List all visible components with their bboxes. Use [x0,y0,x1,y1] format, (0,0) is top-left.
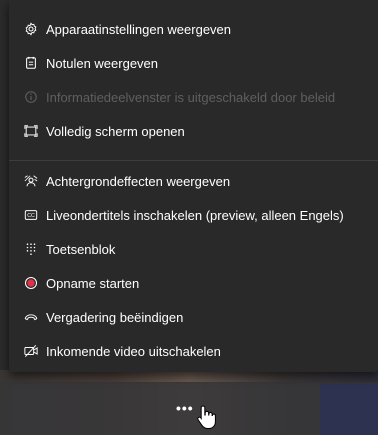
video-off-icon [23,343,39,359]
menu-item-label: Informatiedeelvenster is uitgeschakeld d… [46,89,336,105]
notes-icon [23,55,39,71]
menu-item-start-recording[interactable]: Opname starten [9,266,378,300]
menu-item-device-settings[interactable]: Apparaatinstellingen weergeven [9,12,378,46]
menu-item-label: Notulen weergeven [46,55,159,71]
menu-item-meeting-notes[interactable]: Notulen weergeven [9,46,378,80]
menu-divider [9,160,378,161]
menu-item-label: Opname starten [46,275,140,291]
svg-text:CC: CC [27,213,35,219]
record-icon [23,275,39,291]
menu-item-label: Vergadering beëindigen [46,309,184,325]
info-icon [23,89,39,105]
video-tile [320,384,378,435]
menu-item-label: Apparaatinstellingen weergeven [46,21,232,37]
gear-icon [23,21,39,37]
menu-item-label: Liveondertitels inschakelen (preview, al… [46,207,344,223]
hang-up-icon [23,309,39,325]
fullscreen-icon [23,123,39,139]
menu-item-fullscreen[interactable]: Volledig scherm openen [9,114,378,148]
background-effects-icon [23,173,39,189]
menu-item-dialpad[interactable]: Toetsenblok [9,232,378,266]
menu-item-label: Inkomende video uitschakelen [46,343,221,359]
captions-icon: CC [23,207,39,223]
menu-item-incoming-video-off[interactable]: Inkomende video uitschakelen [9,334,378,368]
menu-item-label: Toetsenblok [46,241,116,257]
menu-item-info-pane-disabled: Informatiedeelvenster is uitgeschakeld d… [9,80,378,114]
hand-cursor-icon [197,405,216,429]
menu-item-end-meeting[interactable]: Vergadering beëindigen [9,300,378,334]
menu-item-background-effects[interactable]: Achtergrondeffecten weergeven [9,164,378,198]
dialpad-icon [23,241,39,257]
menu-item-label: Volledig scherm openen [46,123,185,139]
menu-item-live-captions[interactable]: CC Liveondertitels inschakelen (preview,… [9,198,378,232]
more-actions-menu: Apparaatinstellingen weergeven Notulen w… [9,0,378,372]
menu-item-label: Achtergrondeffecten weergeven [46,173,231,189]
